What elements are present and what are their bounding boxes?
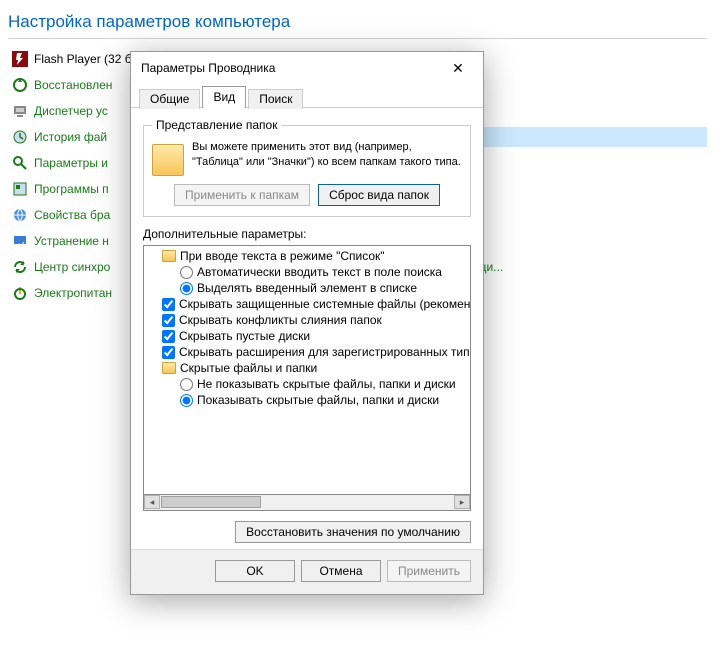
tree-radio[interactable] — [180, 394, 193, 407]
tree-item-label: Скрывать расширения для зарегистрированн… — [179, 345, 471, 359]
scroll-right-arrow[interactable]: ▸ — [454, 495, 470, 509]
tree-item[interactable]: Выделять введенный элемент в списке — [144, 280, 470, 296]
tree-item-label: Скрывать пустые диски — [179, 329, 310, 343]
programs-icon — [12, 181, 28, 197]
close-button[interactable]: ✕ — [439, 55, 477, 81]
tree-group-header: При вводе текста в режиме "Список" — [144, 248, 470, 264]
cpl-item-label: Центр синхро — [34, 260, 110, 274]
tree-radio[interactable] — [180, 282, 193, 295]
tree-checkbox[interactable] — [162, 298, 175, 311]
tree-item[interactable]: Скрывать расширения для зарегистрированн… — [144, 344, 470, 360]
folder-icon — [162, 250, 176, 262]
tree-checkbox[interactable] — [162, 346, 175, 359]
indexing-icon — [12, 155, 28, 171]
horizontal-scrollbar[interactable]: ◂ ▸ — [143, 495, 471, 511]
tree-item-label: Автоматически вводить текст в поле поиск… — [197, 265, 442, 279]
tree-checkbox[interactable] — [162, 330, 175, 343]
scroll-thumb[interactable] — [161, 496, 261, 508]
tree-item[interactable]: Скрывать пустые диски — [144, 328, 470, 344]
folder-views-row: Вы можете применить этот вид (например, … — [152, 140, 462, 176]
tree-item[interactable]: Не показывать скрытые файлы, папки и дис… — [144, 376, 470, 392]
flash-icon — [12, 51, 28, 67]
cpl-item-label: Восстановлен — [34, 78, 112, 92]
folder-views-buttons: Применить к папкам Сброс вида папок — [152, 184, 462, 206]
tree-group-label: Скрытые файлы и папки — [180, 361, 317, 375]
dialog-footer: OK Отмена Применить — [131, 549, 483, 594]
divider — [8, 38, 707, 39]
restore-defaults-row: Восстановить значения по умолчанию — [143, 521, 471, 543]
advanced-settings-tree[interactable]: При вводе текста в режиме "Список" Автома… — [143, 245, 471, 495]
page-title: Настройка параметров компьютера — [0, 0, 715, 38]
tab-search[interactable]: Поиск — [248, 89, 303, 109]
folder-icon — [152, 144, 184, 176]
tree-radio[interactable] — [180, 378, 193, 391]
tree-item[interactable]: Скрывать защищенные системные файлы (рек… — [144, 296, 470, 312]
apply-to-folders-button[interactable]: Применить к папкам — [174, 184, 310, 206]
tree-group-header: Скрытые файлы и папки — [144, 360, 470, 376]
tree-group-label: При вводе текста в режиме "Список" — [180, 249, 385, 263]
dialog-body: Представление папок Вы можете применить … — [131, 108, 483, 549]
tree-checkbox[interactable] — [162, 314, 175, 327]
restore-defaults-button[interactable]: Восстановить значения по умолчанию — [235, 521, 471, 543]
sync-icon — [12, 259, 28, 275]
close-icon: ✕ — [452, 60, 464, 77]
tree-item-label: Выделять введенный элемент в списке — [197, 281, 417, 295]
dialog-title: Параметры Проводника — [141, 61, 439, 75]
globe-icon — [12, 207, 28, 223]
power-icon — [12, 285, 28, 301]
folder-options-dialog: Параметры Проводника ✕ ОбщиеВидПоиск Пре… — [130, 51, 484, 595]
ok-button[interactable]: OK — [215, 560, 295, 582]
devicemgr-icon — [12, 103, 28, 119]
tree-item-label: Не показывать скрытые файлы, папки и дис… — [197, 377, 456, 391]
dialog-titlebar: Параметры Проводника ✕ — [131, 52, 483, 84]
tree-item-label: Показывать скрытые файлы, папки и диски — [197, 393, 439, 407]
recovery-icon — [12, 77, 28, 93]
folder-icon — [162, 362, 176, 374]
cpl-item-label: Электропитан — [34, 286, 112, 300]
troubleshoot-icon — [12, 233, 28, 249]
tree-item[interactable]: Показывать скрытые файлы, папки и диски — [144, 392, 470, 408]
cpl-item-label: Программы п — [34, 182, 109, 196]
cancel-button[interactable]: Отмена — [301, 560, 381, 582]
cpl-item-label: Параметры и — [34, 156, 108, 170]
tree-item-label: Скрывать защищенные системные файлы (рек… — [179, 297, 471, 311]
tree-item[interactable]: Скрывать конфликты слияния папок — [144, 312, 470, 328]
tab-strip: ОбщиеВидПоиск — [131, 84, 483, 108]
cpl-item-label: Свойства бра — [34, 208, 110, 222]
folder-views-legend: Представление папок — [152, 118, 281, 132]
scroll-left-arrow[interactable]: ◂ — [144, 495, 160, 509]
tab-view[interactable]: Вид — [202, 86, 246, 108]
folder-views-text: Вы можете применить этот вид (например, … — [192, 140, 462, 170]
tree-item-label: Скрывать конфликты слияния папок — [179, 313, 382, 327]
tree-radio[interactable] — [180, 266, 193, 279]
folder-views-group: Представление папок Вы можете применить … — [143, 118, 471, 217]
apply-button[interactable]: Применить — [387, 560, 471, 582]
history-icon — [12, 129, 28, 145]
reset-folders-button[interactable]: Сброс вида папок — [318, 184, 440, 206]
advanced-settings-label: Дополнительные параметры: — [143, 227, 471, 241]
cpl-item-label: Устранение н — [34, 234, 109, 248]
tab-general[interactable]: Общие — [139, 89, 200, 109]
tree-item[interactable]: Автоматически вводить текст в поле поиск… — [144, 264, 470, 280]
cpl-item-label: Диспетчер ус — [34, 104, 108, 118]
cpl-item-label: История фай — [34, 130, 107, 144]
